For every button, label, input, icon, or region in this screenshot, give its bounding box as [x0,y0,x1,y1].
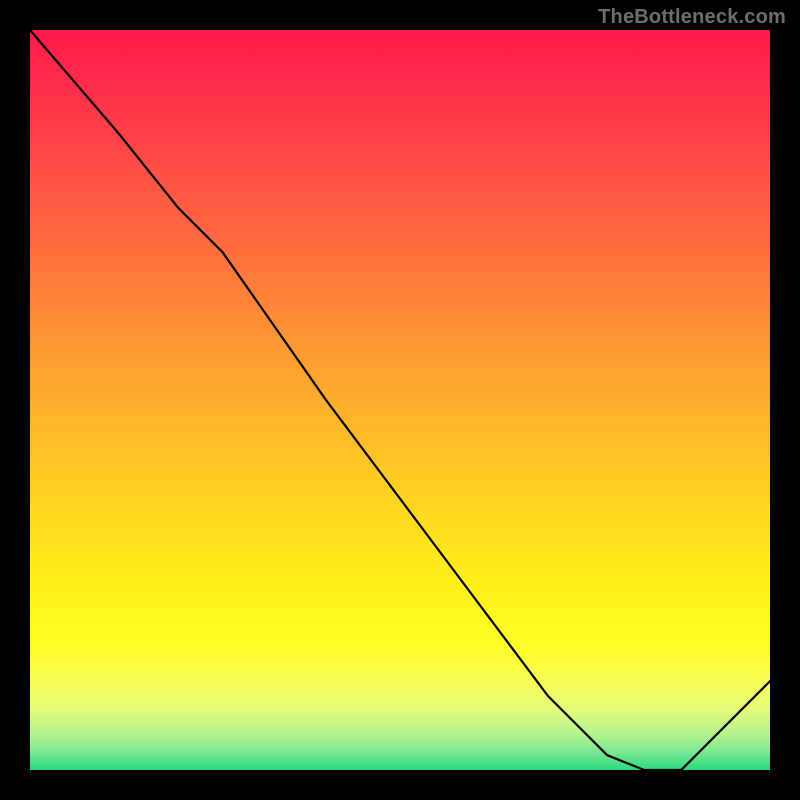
chart-stage: TheBottleneck.com [0,0,800,800]
plot-area [30,30,770,770]
watermark-text: TheBottleneck.com [598,6,786,29]
curve-path [30,30,770,770]
bottleneck-curve [30,30,770,770]
